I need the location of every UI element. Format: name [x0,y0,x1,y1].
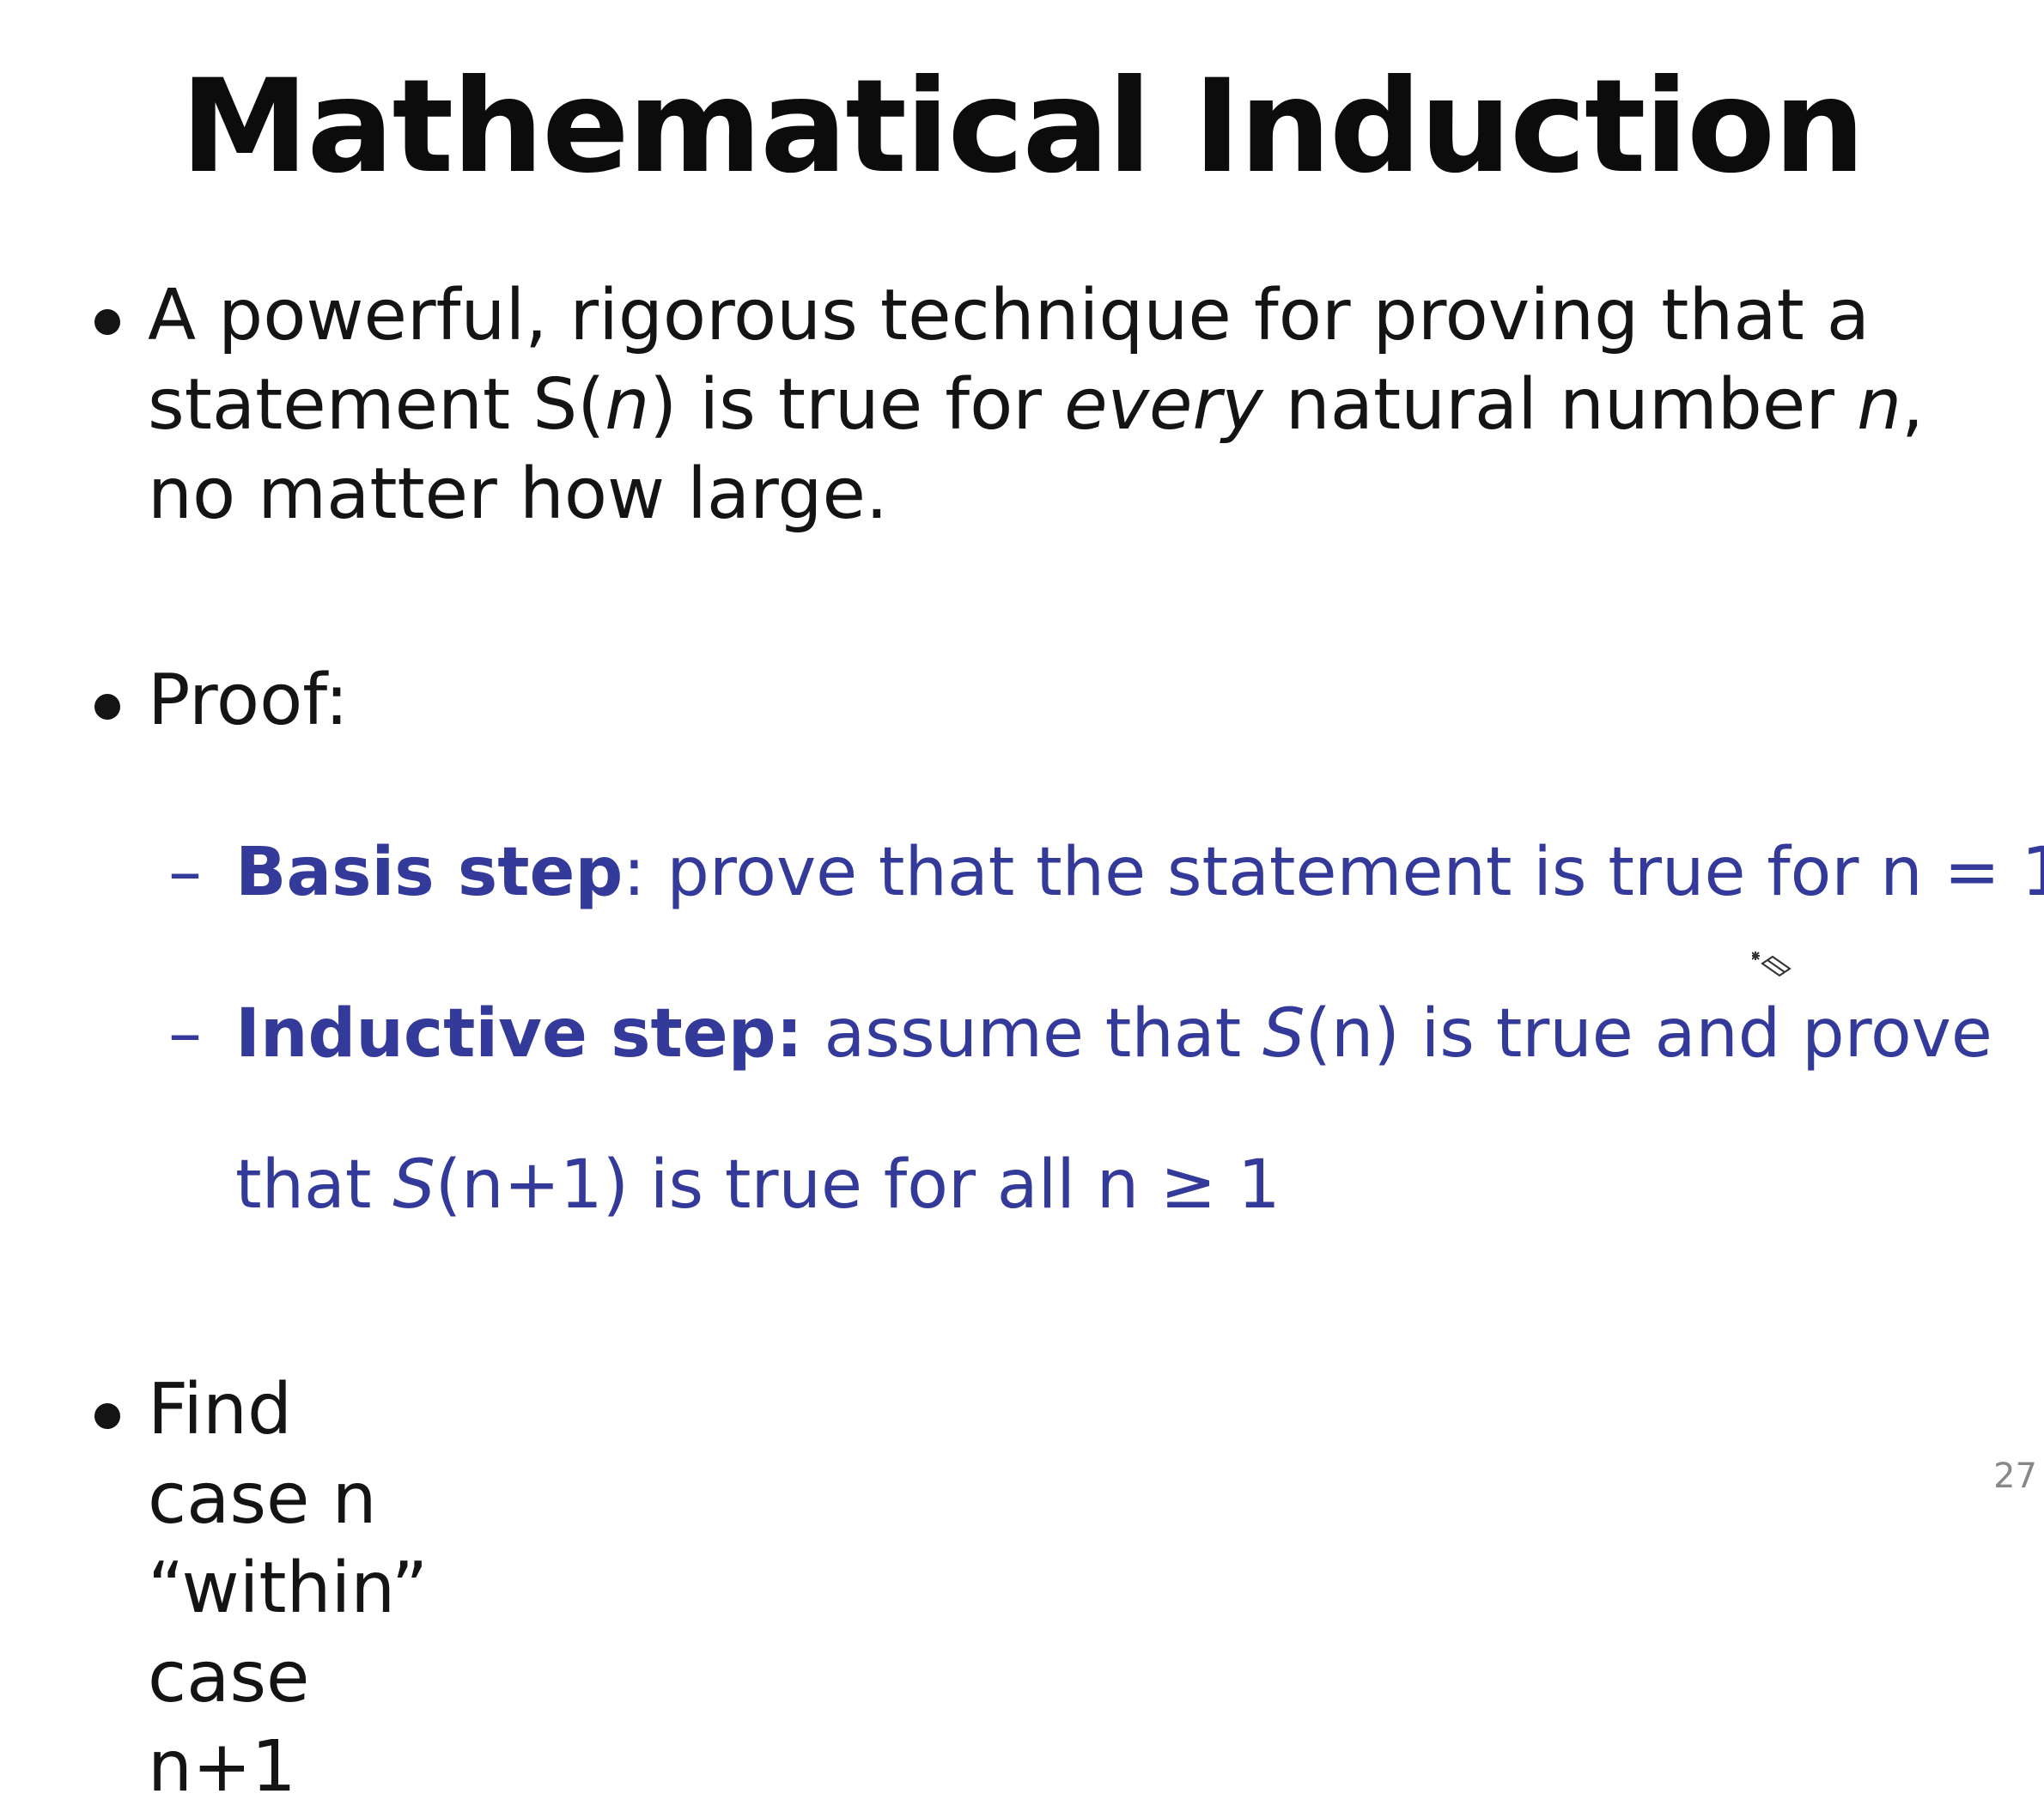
dash-marker: – [168,834,202,911]
bullet-dot-icon [94,694,120,720]
var-n: n [1857,364,1902,446]
text-segment: (n+1) is true for all n ≥ 1 [435,1146,1281,1224]
text-segment: natural number [1262,364,1858,446]
text-segment: assume that [802,995,1262,1073]
text-segment: (n) is true and prove [1305,995,1992,1073]
bullet-find-case-text: Find case n “within” case n+1 [148,1369,429,1808]
basis-rest: : prove that the statement is true for n… [623,834,2044,911]
var-S: S [1262,995,1305,1073]
var-n: n [605,364,650,446]
inductive-text-line2: that S(n+1) is true for all n ≥ 1 [235,1108,1281,1262]
basis-text: Basis step: prove that the statement is … [235,795,2044,950]
text-segment: that [235,1146,393,1224]
emphasis-every: every [1064,364,1263,446]
bullet-dot-icon [94,1403,120,1429]
bullet-dot-icon [94,309,120,335]
dash-marker: – [168,995,202,1073]
bullet-definition-text: A powerful, rigorous technique for provi… [148,271,1968,539]
eraser-cursor-icon [1752,952,1792,977]
var-S: S [392,1146,435,1224]
slide: Mathematical Induction A powerful, rigor… [0,0,2044,1808]
slide-title: Mathematical Induction [180,52,1865,202]
text-segment: ) is true for [649,364,1065,446]
inductive-label: Inductive step: [235,995,803,1073]
basis-label: Basis step [235,834,624,911]
bullet-proof-text: Proof: [148,660,349,741]
inductive-text-line1: Inductive step: assume that S(n) is true… [235,957,1992,1111]
page-number: 27 [1993,1456,2037,1496]
